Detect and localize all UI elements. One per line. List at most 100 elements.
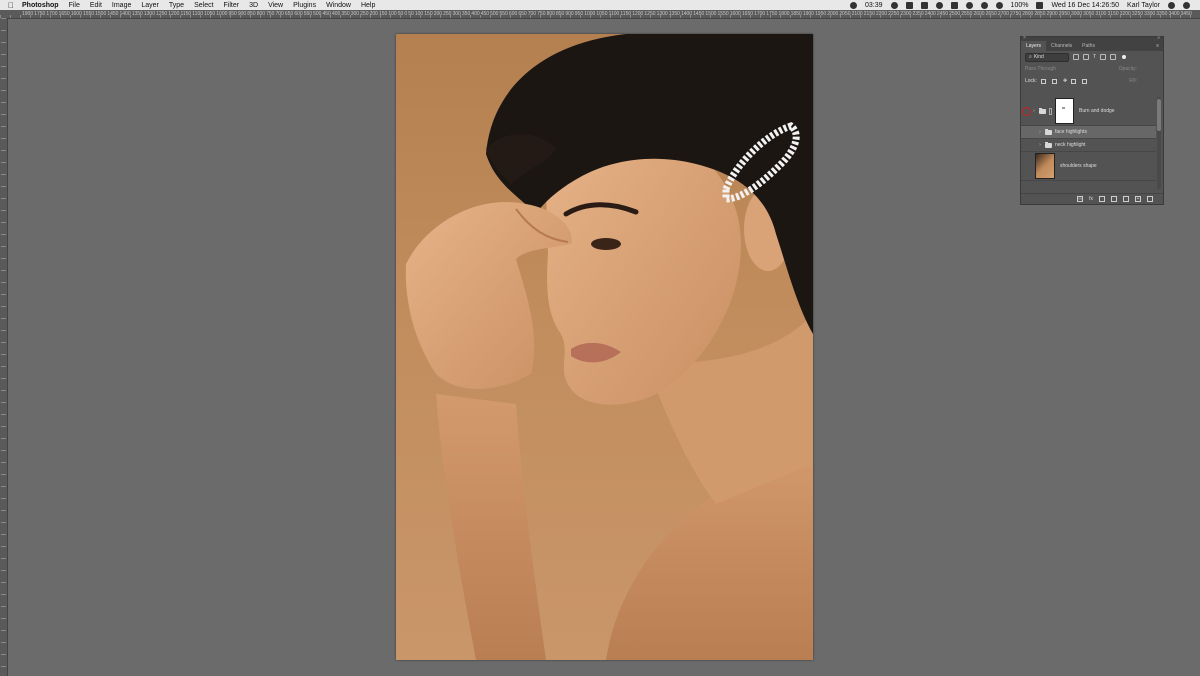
layer-row-neck-highlight[interactable]: › neck highlight <box>1021 139 1156 152</box>
ruler-tick-label: 1050 <box>204 11 216 17</box>
mask-link-icon[interactable] <box>1049 107 1052 115</box>
visibility-toggle[interactable] <box>1021 126 1037 138</box>
battery-text[interactable]: 100% <box>1011 2 1029 9</box>
menu-window[interactable]: Window <box>326 2 351 9</box>
mail-icon[interactable] <box>950 1 958 9</box>
layer-row-shoulders-shape[interactable]: shoulders shape <box>1021 152 1156 181</box>
ruler-tick-label: 900 <box>237 11 247 17</box>
record-icon[interactable] <box>850 1 858 9</box>
layers-scrollbar[interactable] <box>1157 97 1161 189</box>
menu-type[interactable]: Type <box>169 2 184 9</box>
chevron-right-icon[interactable]: › <box>1037 129 1043 135</box>
layer-thumbnail[interactable] <box>1035 153 1055 179</box>
battery-icon[interactable] <box>1036 1 1044 9</box>
ruler-tick-label: 50 <box>408 11 414 17</box>
layer-name[interactable]: shoulders shape <box>1060 163 1097 169</box>
type-filter-icon[interactable]: T <box>1093 54 1096 60</box>
layer-name[interactable]: face highlights <box>1055 129 1087 135</box>
tab-paths[interactable]: Paths <box>1077 41 1100 51</box>
smart-object-filter-icon[interactable] <box>1110 54 1117 60</box>
ruler-tick-label: 3100 <box>1095 11 1107 17</box>
opacity-label[interactable]: Opacity: <box>1119 66 1137 72</box>
lock-image-icon[interactable] <box>1051 78 1057 84</box>
blend-mode-select[interactable]: Pass Through <box>1025 66 1056 72</box>
panel-menu-icon[interactable]: ≡ <box>1156 41 1159 51</box>
menu-image[interactable]: Image <box>112 2 131 9</box>
tab-channels[interactable]: Channels <box>1046 41 1077 51</box>
apple-icon[interactable]:  <box>0 1 22 10</box>
layer-mask-thumbnail[interactable] <box>1055 98 1074 124</box>
filter-kind-select[interactable]: ⌕ Kind <box>1025 52 1069 62</box>
bluetooth-icon[interactable] <box>965 1 973 9</box>
fx-icon[interactable]: fx <box>1089 196 1093 202</box>
menu-view[interactable]: View <box>268 2 283 9</box>
ruler-tick-label: 1350 <box>131 11 143 17</box>
ruler-tick-label: 3250 <box>1131 11 1144 17</box>
layer-name[interactable]: neck highlight <box>1055 142 1086 148</box>
ruler-tick-label: 1600 <box>729 11 741 17</box>
search-icon: ⌕ <box>1029 54 1032 60</box>
vertical-ruler[interactable] <box>0 18 8 676</box>
layer-row-face-highlights[interactable]: › face highlights <box>1021 126 1156 139</box>
ruler-tick-label: 2100 <box>851 11 863 17</box>
visibility-toggle[interactable] <box>1021 139 1037 151</box>
horizontal-ruler[interactable]: 1900 1750 1700 1650 1600 1550 1500 1450 1400 1350… <box>0 10 1200 19</box>
ruler-tick-label: 2800 <box>1022 11 1034 17</box>
control-center-icon[interactable] <box>1183 1 1190 9</box>
ruler-tick-label: 1200 <box>632 11 644 17</box>
volume-icon[interactable] <box>995 1 1003 9</box>
datetime[interactable]: Wed 16 Dec 14:26:50 <box>1051 2 1119 9</box>
tab-layers[interactable]: Layers <box>1021 41 1047 51</box>
menu-select[interactable]: Select <box>194 2 213 9</box>
menu-edit[interactable]: Edit <box>90 2 102 9</box>
chevron-right-icon[interactable]: › <box>1031 108 1037 114</box>
ruler-tick-label: 1450 <box>107 11 119 17</box>
search-icon[interactable] <box>1168 1 1175 9</box>
ruler-tick-label: 3050 <box>1083 11 1095 17</box>
document-canvas[interactable] <box>396 34 813 660</box>
ruler-tick-label: 800 <box>256 11 266 17</box>
shape-filter-icon[interactable] <box>1100 54 1107 60</box>
menu-file[interactable]: File <box>69 2 80 9</box>
adjustment-filter-icon[interactable] <box>1083 54 1089 60</box>
visibility-toggle[interactable] <box>1021 97 1031 125</box>
menu-plugins[interactable]: Plugins <box>293 2 316 9</box>
layer-row-burn-and-dodge[interactable]: › Burn and dodge <box>1021 97 1156 126</box>
link-icon[interactable]: ∞ <box>1077 196 1084 202</box>
app-name[interactable]: Photoshop <box>22 2 59 9</box>
trash-icon[interactable] <box>1147 196 1153 202</box>
menu-help[interactable]: Help <box>361 2 375 9</box>
menu-filter[interactable]: Filter <box>224 2 240 9</box>
adjustment-icon[interactable] <box>1111 196 1117 202</box>
scrollbar-thumb[interactable] <box>1157 99 1161 131</box>
mask-icon[interactable] <box>1099 196 1105 202</box>
clock-icon[interactable] <box>935 1 943 9</box>
chevron-right-icon[interactable]: › <box>1037 142 1043 148</box>
lock-transparent-icon[interactable] <box>1040 78 1046 84</box>
ruler-tick-label: 50 <box>397 11 404 17</box>
menu-layer[interactable]: Layer <box>141 2 159 9</box>
ruler-tick-label: 1550 <box>717 11 729 17</box>
wifi-icon[interactable] <box>980 1 988 9</box>
lock-artboard-icon[interactable] <box>1071 78 1077 84</box>
lock-all-icon[interactable] <box>1082 78 1088 84</box>
pixel-filter-icon[interactable] <box>1073 54 1079 60</box>
lock-position-icon[interactable]: ✥ <box>1063 78 1067 84</box>
display-icon[interactable] <box>890 1 898 9</box>
user-name[interactable]: Karl Taylor <box>1127 2 1160 9</box>
shield-icon[interactable] <box>920 1 928 9</box>
filter-toggle-icon[interactable] <box>1122 55 1127 59</box>
ruler-tick-label: 3150 <box>1107 11 1119 17</box>
ruler-tick-label: 1000 <box>584 11 596 17</box>
creative-cloud-icon[interactable] <box>905 1 913 9</box>
ruler-tick-label: 1200 <box>168 11 180 17</box>
folder-icon[interactable] <box>1123 196 1129 202</box>
lock-label: Lock: <box>1025 78 1037 84</box>
ruler-tick-label: 1300 <box>143 11 155 17</box>
layer-name[interactable]: Burn and dodge <box>1079 108 1115 114</box>
menu-3d[interactable]: 3D <box>249 2 258 9</box>
new-layer-icon[interactable]: + <box>1135 196 1141 202</box>
ruler-tick-label: 350 <box>461 11 471 17</box>
ruler-tick-label: 2500 <box>949 11 961 17</box>
fill-label[interactable]: Fill: <box>1129 78 1137 84</box>
